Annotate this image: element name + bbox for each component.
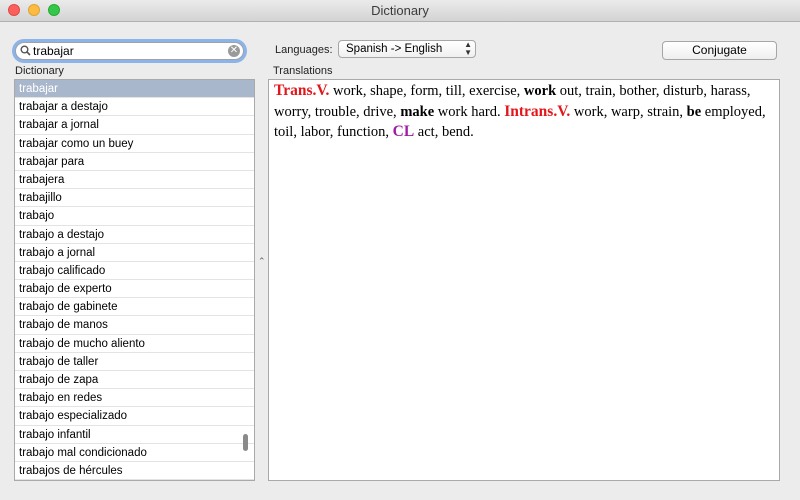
split-view-handle-icon[interactable]: ⌃ [258, 256, 266, 267]
translation-segment: CL [392, 123, 415, 140]
list-item[interactable]: trabajar como un buey [15, 135, 254, 153]
translation-segment: act, bend. [414, 124, 474, 140]
list-item[interactable]: trabajo a destajo [15, 226, 254, 244]
translations-label: Translations [273, 65, 333, 77]
list-item[interactable]: trabajo de experto [15, 280, 254, 299]
list-item[interactable]: trabajo en redes [15, 389, 254, 408]
search-value: trabajar [33, 44, 74, 58]
translation-segment: work hard. [434, 103, 505, 120]
translation-segment: Intrans.V. [504, 102, 571, 120]
list-item[interactable]: trabajos de hércules [15, 462, 254, 480]
list-item[interactable]: trabajo especializado [15, 407, 254, 426]
dictionary-label: Dictionary [15, 65, 64, 77]
list-item[interactable]: trabajo de mucho aliento [15, 335, 254, 353]
dictionary-list[interactable]: trabajar trabajar a destajo trabajar a jor… [14, 79, 255, 481]
translation-segment: make [400, 103, 435, 120]
list-item[interactable]: trabajo de manos [15, 316, 254, 335]
list-item[interactable]: trabajar a destajo [15, 98, 254, 117]
list-item[interactable]: trabajo calificado [15, 262, 254, 281]
list-item[interactable]: trabajo de gabinete [15, 298, 254, 317]
translation-segment: work [523, 83, 557, 99]
list-item[interactable]: trabajo de taller [15, 353, 254, 371]
list-item[interactable]: trabajo [15, 207, 254, 226]
translation-segment: work, shape, form, till, exercise, [329, 83, 524, 99]
translation-segment: Trans.V. [274, 82, 330, 99]
list-item[interactable]: trabajera [15, 171, 254, 190]
language-select-value: Spanish -> English [346, 43, 443, 55]
list-item[interactable]: trabajar a jornal [15, 116, 254, 135]
translation-segment: work, warp, strain, [570, 103, 687, 120]
translation-panel: Trans.V. work, shape, form, till, exerci… [268, 79, 780, 481]
list-item[interactable]: trabajo de zapa [15, 371, 254, 390]
list-item[interactable]: trabajo infantil [15, 426, 254, 444]
list-scrollbar[interactable] [243, 434, 248, 451]
language-select[interactable]: Spanish -> English ▲ ▼ [338, 40, 476, 58]
list-item[interactable]: trabajo mal condicionado [15, 444, 254, 462]
window-title: Dictionary [371, 3, 429, 18]
list-item[interactable]: trabajillo [15, 189, 254, 208]
list-item[interactable]: trabajar para [15, 153, 254, 171]
search-icon [20, 45, 31, 56]
title-bar: Dictionary [0, 0, 800, 22]
updown-chevron-icon: ▲ ▼ [464, 40, 472, 57]
search-input[interactable]: trabajar ✕ [15, 42, 244, 60]
conjugate-button[interactable]: Conjugate [662, 41, 777, 60]
languages-label: Languages: [275, 44, 333, 56]
clear-search-icon[interactable]: ✕ [228, 45, 240, 57]
translation-segment: be [686, 103, 702, 120]
list-item[interactable]: trabajar [15, 80, 254, 99]
list-item[interactable]: trabajo a jornal [15, 244, 254, 262]
